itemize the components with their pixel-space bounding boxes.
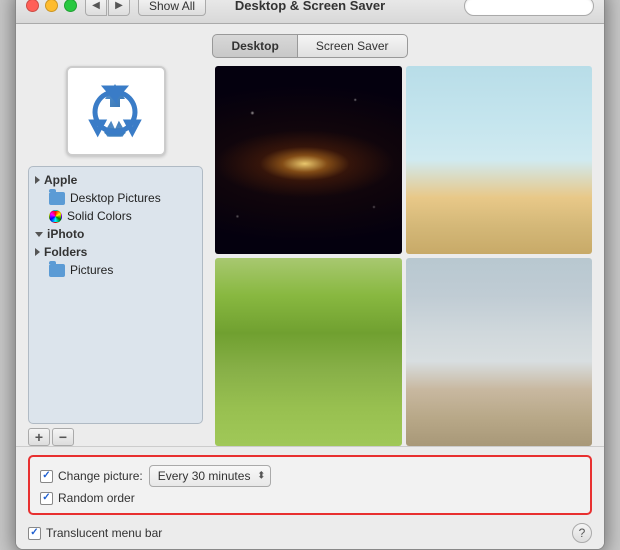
add-source-button[interactable]: + <box>28 428 50 446</box>
image-ocean[interactable] <box>406 66 593 254</box>
minimize-button[interactable] <box>45 0 58 12</box>
sidebar-item-apple[interactable]: Apple <box>29 171 202 189</box>
dropdown-arrow-icon: ⬍ <box>257 471 265 482</box>
folder-icon-pictures <box>49 264 65 277</box>
sidebar-solid-colors-label: Solid Colors <box>67 209 132 223</box>
translucent-row: Translucent menu bar <box>28 524 162 542</box>
help-button[interactable]: ? <box>572 523 592 543</box>
search-input[interactable] <box>464 0 594 16</box>
sidebar-item-folders[interactable]: Folders <box>29 243 202 261</box>
change-picture-checkbox-wrapper: Change picture: <box>40 469 143 483</box>
triangle-apple <box>35 176 40 184</box>
window-title: Desktop & Screen Saver <box>235 0 385 13</box>
show-all-button[interactable]: Show All <box>138 0 206 16</box>
right-panel <box>215 66 592 446</box>
preview-box <box>66 66 166 156</box>
traffic-lights <box>26 0 77 12</box>
change-picture-row: Change picture: Every 30 minutes ⬍ <box>40 463 580 489</box>
change-picture-dropdown[interactable]: Every 30 minutes ⬍ <box>149 465 272 487</box>
triangle-iphoto <box>35 232 43 237</box>
source-list-controls: + − <box>28 428 203 446</box>
fog-image <box>406 258 593 446</box>
image-galaxy[interactable] <box>215 66 402 254</box>
main-window: ◀ ▶ Show All Desktop & Screen Saver Desk… <box>15 0 605 550</box>
ocean-image <box>406 66 593 254</box>
change-picture-label: Change picture: <box>58 469 143 483</box>
close-button[interactable] <box>26 0 39 12</box>
titlebar: ◀ ▶ Show All Desktop & Screen Saver <box>16 0 604 24</box>
sidebar-apple-label: Apple <box>44 173 77 187</box>
sidebar-desktop-pictures-label: Desktop Pictures <box>70 191 161 205</box>
main-content: Apple Desktop Pictures Solid Colors iPho… <box>16 66 604 446</box>
tab-desktop[interactable]: Desktop <box>212 34 296 58</box>
sidebar-iphoto-label: iPhoto <box>47 227 84 241</box>
random-order-label: Random order <box>58 491 135 505</box>
image-grid <box>215 66 592 446</box>
maximize-button[interactable] <box>64 0 77 12</box>
sidebar-folders-label: Folders <box>44 245 87 259</box>
folder-icon <box>49 192 65 205</box>
translucent-menu-bar-checkbox[interactable] <box>28 527 41 540</box>
translucent-checkbox-wrapper: Translucent menu bar <box>28 526 162 540</box>
bottom-controls: Change picture: Every 30 minutes ⬍ Rando… <box>16 446 604 549</box>
remove-source-button[interactable]: − <box>52 428 74 446</box>
random-order-checkbox[interactable] <box>40 492 53 505</box>
tab-screensaver[interactable]: Screen Saver <box>297 34 408 58</box>
translucent-menu-bar-label: Translucent menu bar <box>46 526 162 540</box>
grass-image <box>215 258 402 446</box>
sidebar-pictures-label: Pictures <box>70 263 113 277</box>
galaxy-image <box>215 66 402 254</box>
nav-back-button[interactable]: ◀ <box>85 0 107 16</box>
nav-buttons: ◀ ▶ <box>85 0 130 16</box>
preview-icon <box>81 76 151 146</box>
sidebar-item-pictures[interactable]: Pictures <box>29 261 202 279</box>
dropdown-value: Every 30 minutes <box>158 469 251 483</box>
controls-highlight-box: Change picture: Every 30 minutes ⬍ Rando… <box>28 455 592 515</box>
change-picture-checkbox[interactable] <box>40 470 53 483</box>
source-list: Apple Desktop Pictures Solid Colors iPho… <box>28 166 203 424</box>
image-fog[interactable] <box>406 258 593 446</box>
image-grass[interactable] <box>215 258 402 446</box>
nav-forward-button[interactable]: ▶ <box>108 0 130 16</box>
color-icon <box>49 210 62 223</box>
left-panel: Apple Desktop Pictures Solid Colors iPho… <box>28 66 203 446</box>
random-order-row: Random order <box>40 489 580 507</box>
sidebar-item-iphoto[interactable]: iPhoto <box>29 225 202 243</box>
sidebar-item-desktop-pictures[interactable]: Desktop Pictures <box>29 189 202 207</box>
tab-bar: Desktop Screen Saver <box>16 24 604 66</box>
triangle-folders <box>35 248 40 256</box>
sidebar-item-solid-colors[interactable]: Solid Colors <box>29 207 202 225</box>
bottom-row: Translucent menu bar ? <box>28 519 592 543</box>
random-order-checkbox-wrapper: Random order <box>40 491 135 505</box>
